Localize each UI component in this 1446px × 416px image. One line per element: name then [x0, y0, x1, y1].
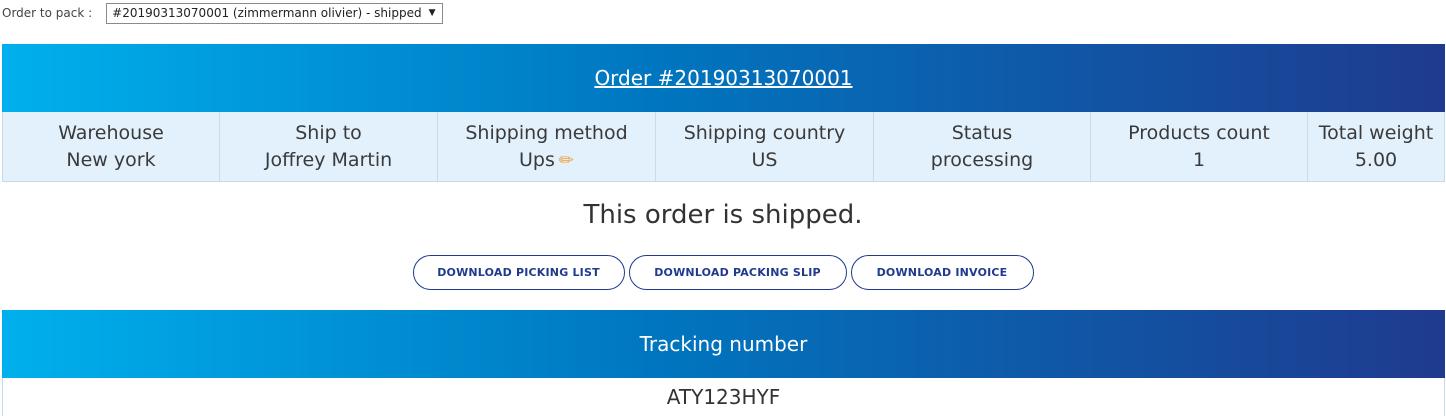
download-packing-slip-button[interactable]: DOWNLOAD PACKING SLIP: [628, 255, 847, 290]
triangle-down-icon: ▼: [428, 8, 436, 18]
info-value: Ups: [519, 148, 555, 171]
info-label: Total weight: [1318, 121, 1434, 144]
order-select-value: #20190313070001 (zimmermann olivier) - s…: [112, 6, 422, 20]
download-buttons: DOWNLOAD PICKING LIST DOWNLOAD PACKING S…: [0, 255, 1446, 290]
order-selector-row: Order to pack : #20190313070001 (zimmerm…: [0, 0, 1446, 26]
info-label: Status: [951, 121, 1013, 144]
info-label: Products count: [1128, 121, 1270, 144]
shipped-message: This order is shipped.: [583, 200, 863, 230]
tracking-number: ATY123HYF: [2, 378, 1445, 416]
info-cell-total-weight: Total weight 5.00: [1308, 112, 1444, 181]
tracking-number-value: ATY123HYF: [666, 385, 781, 409]
order-header: Order #20190313070001: [2, 44, 1445, 112]
info-value: US: [751, 148, 778, 171]
info-label: Ship to: [295, 121, 362, 144]
tracking-header-label: Tracking number: [639, 332, 808, 356]
order-selector-label: Order to pack :: [2, 6, 93, 20]
info-value-row: Ups ✏: [519, 147, 574, 174]
info-cell-shipping-method: Shipping method Ups ✏: [438, 112, 656, 181]
info-cell-shipping-country: Shipping country US: [656, 112, 874, 181]
pencil-icon[interactable]: ✏: [559, 150, 574, 171]
info-value: 5.00: [1354, 148, 1398, 171]
info-cell-warehouse: Warehouse New york: [3, 112, 220, 181]
order-select[interactable]: #20190313070001 (zimmermann olivier) - s…: [106, 2, 443, 24]
info-cell-ship-to: Ship to Joffrey Martin: [220, 112, 438, 181]
info-value: New york: [66, 148, 156, 171]
info-value: Joffrey Martin: [264, 148, 393, 171]
info-cell-status: Status processing: [874, 112, 1091, 181]
info-value: processing: [930, 148, 1034, 171]
download-invoice-button[interactable]: DOWNLOAD INVOICE: [850, 255, 1034, 290]
order-info-table: Warehouse New york Ship to Joffrey Marti…: [2, 112, 1445, 182]
download-picking-list-button[interactable]: DOWNLOAD PICKING LIST: [412, 255, 625, 290]
info-label: Warehouse: [58, 121, 164, 144]
info-value: 1: [1192, 148, 1206, 171]
info-label: Shipping method: [465, 121, 628, 144]
order-title-link[interactable]: Order #20190313070001: [594, 66, 852, 90]
info-label: Shipping country: [683, 121, 846, 144]
info-cell-products-count: Products count 1: [1091, 112, 1308, 181]
tracking-header: Tracking number: [2, 310, 1445, 378]
